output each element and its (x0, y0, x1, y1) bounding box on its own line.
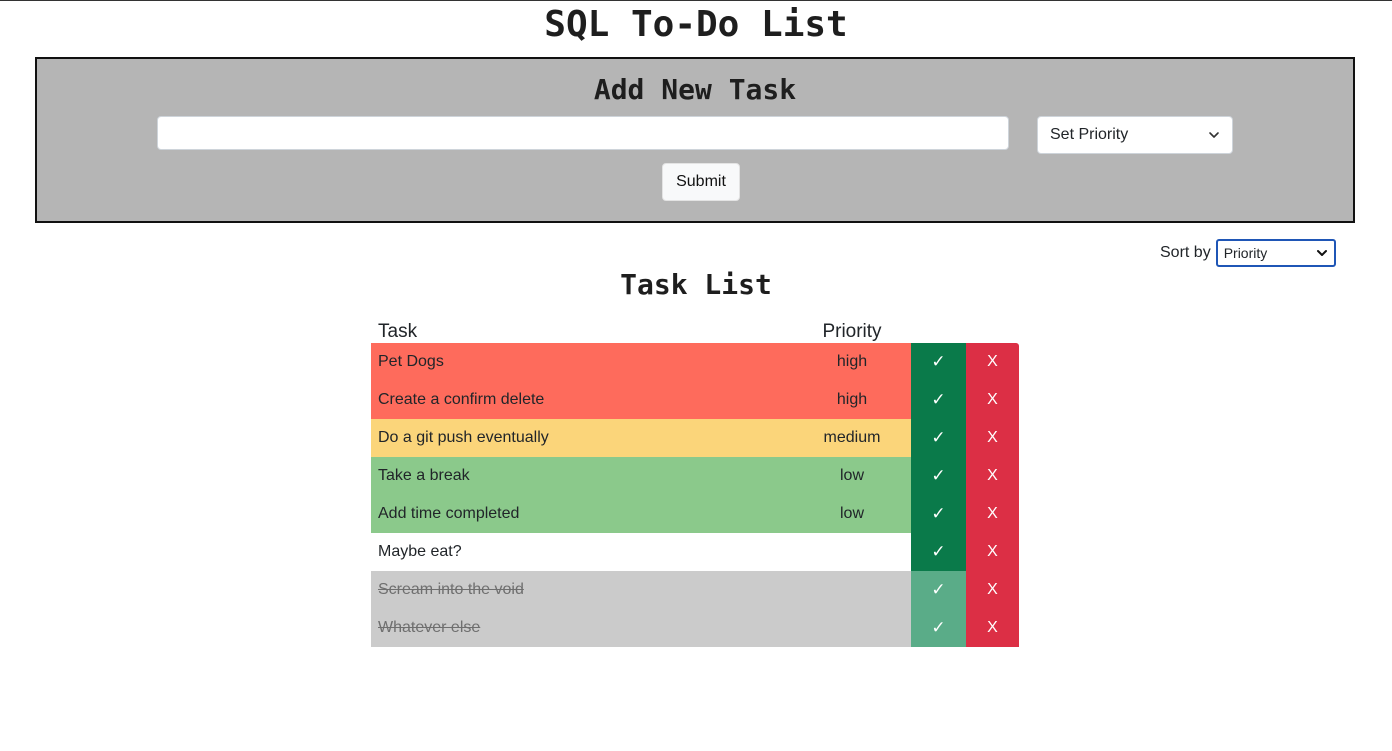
column-header-task: Task (378, 321, 418, 342)
delete-button[interactable]: X (966, 381, 1019, 419)
add-task-panel: Add New Task Set Priority Submit (35, 57, 1355, 223)
table-row: Take a break low ✓ X (371, 457, 1019, 495)
task-cell: Maybe eat? (371, 533, 793, 571)
task-table: Task Priority Pet Dogs high ✓ X Create a con… (371, 313, 1019, 647)
priority-cell: medium (793, 419, 911, 457)
sort-control: Sort by Priority (1160, 238, 1336, 268)
complete-button[interactable]: ✓ (911, 419, 966, 457)
table-row: Do a git push eventually medium ✓ X (371, 419, 1019, 457)
task-cell: Add time completed (371, 495, 793, 533)
task-text: Add time completed (378, 505, 520, 522)
table-row: Maybe eat? ✓ X (371, 533, 1019, 571)
priority-select-value: Set Priority (1050, 126, 1129, 143)
priority-cell (793, 571, 911, 609)
task-text: Maybe eat? (378, 543, 462, 560)
delete-button[interactable]: X (966, 533, 1019, 571)
complete-button[interactable]: ✓ (911, 381, 966, 419)
task-cell: Create a confirm delete (371, 381, 793, 419)
column-header-priority: Priority (822, 321, 882, 342)
task-text: Create a confirm delete (378, 391, 545, 408)
table-row: Whatever else ✓ X (371, 609, 1019, 647)
task-cell: Take a break (371, 457, 793, 495)
table-row: Create a confirm delete high ✓ X (371, 381, 1019, 419)
chevron-down-icon (1209, 132, 1219, 138)
task-cell: Pet Dogs (371, 343, 793, 381)
table-row: Scream into the void ✓ X (371, 571, 1019, 609)
priority-select[interactable]: Set Priority (1037, 116, 1233, 154)
task-text: Take a break (378, 467, 470, 484)
priority-cell: high (793, 343, 911, 381)
delete-button[interactable]: X (966, 343, 1019, 381)
table-row: Add time completed low ✓ X (371, 495, 1019, 533)
task-text: Do a git push eventually (378, 429, 549, 446)
priority-cell (793, 609, 911, 647)
task-text: Pet Dogs (378, 353, 444, 370)
priority-cell: low (793, 457, 911, 495)
top-border (0, 0, 1392, 1)
submit-button[interactable]: Submit (662, 163, 740, 201)
priority-cell: low (793, 495, 911, 533)
table-row: Pet Dogs high ✓ X (371, 343, 1019, 381)
complete-button[interactable]: ✓ (911, 495, 966, 533)
sort-label: Sort by (1160, 244, 1211, 261)
task-text: Scream into the void (378, 581, 524, 598)
complete-button[interactable]: ✓ (911, 343, 966, 381)
chevron-down-icon (1316, 250, 1327, 256)
task-input[interactable] (157, 116, 1009, 150)
add-task-heading: Add New Task (593, 73, 797, 106)
task-cell: Scream into the void (371, 571, 793, 609)
complete-button[interactable]: ✓ (911, 457, 966, 495)
task-cell: Do a git push eventually (371, 419, 793, 457)
task-list-heading: Task List (620, 268, 772, 301)
page-title: SQL To-Do List (544, 4, 848, 45)
delete-button[interactable]: X (966, 609, 1019, 647)
complete-button[interactable]: ✓ (911, 609, 966, 647)
priority-cell (793, 533, 911, 571)
priority-cell: high (793, 381, 911, 419)
task-cell: Whatever else (371, 609, 793, 647)
sort-select-value: Priority (1223, 245, 1268, 261)
delete-button[interactable]: X (966, 571, 1019, 609)
delete-button[interactable]: X (966, 457, 1019, 495)
delete-button[interactable]: X (966, 495, 1019, 533)
sort-select[interactable]: Priority (1215, 239, 1336, 267)
task-text: Whatever else (378, 619, 481, 636)
complete-button[interactable]: ✓ (911, 533, 966, 571)
delete-button[interactable]: X (966, 419, 1019, 457)
table-header: Task Priority (371, 313, 1019, 343)
complete-button[interactable]: ✓ (911, 571, 966, 609)
